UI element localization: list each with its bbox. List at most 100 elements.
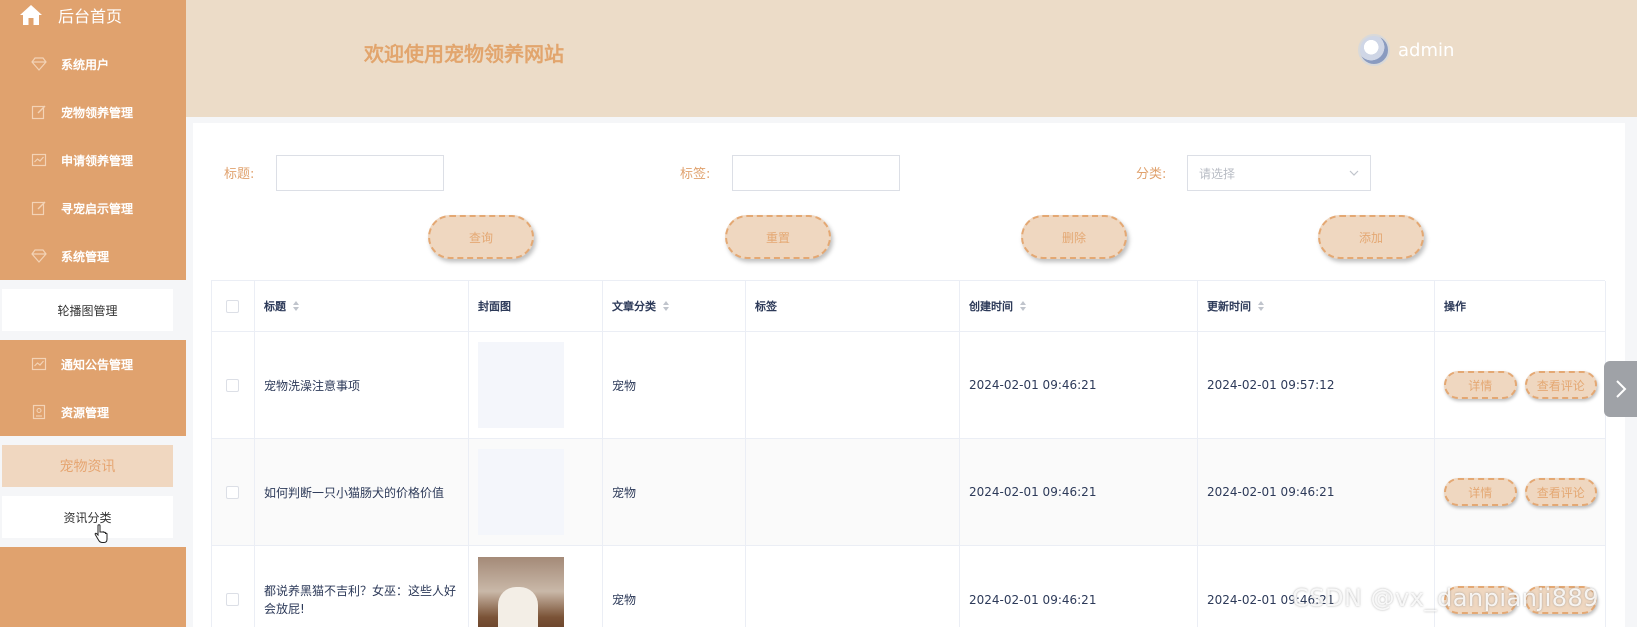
cell-cover xyxy=(469,332,603,438)
cover-image[interactable] xyxy=(478,342,564,428)
cell-actions: 详情 查看评论 xyxy=(1435,332,1606,438)
cell-cover xyxy=(469,439,603,545)
filter-category-select[interactable]: 请选择 xyxy=(1187,155,1371,191)
view-comments-button[interactable]: 查看评论 xyxy=(1524,478,1597,506)
submenu-system-management: 轮播图管理 xyxy=(0,280,186,340)
sort-icon xyxy=(663,301,669,311)
filter-title-label: 标题: xyxy=(224,167,255,182)
view-comments-button[interactable]: 查看评论 xyxy=(1524,371,1597,399)
app-root: 后台首页 系统用户 宠物领养管理 申请领养管理 寻宠启示管理 系统管理 轮播图管… xyxy=(0,0,1637,627)
sidebar-item-label: 系统用户 xyxy=(61,57,110,72)
th-title[interactable]: 标题 xyxy=(255,281,469,331)
cell-updated: 2024-02-01 09:57:12 xyxy=(1198,332,1435,438)
edit-icon xyxy=(31,104,47,120)
diamond-icon xyxy=(31,56,47,72)
query-button[interactable]: 查询 xyxy=(428,215,534,259)
table-row: 如何判断一只小猫肠犬的价格价值 宠物 2024-02-01 09:46:21 2… xyxy=(212,439,1606,546)
filter-tag-label: 标签: xyxy=(680,167,711,182)
sidebar-item-adoption-apply[interactable]: 申请领养管理 xyxy=(0,136,186,184)
row-select-cell xyxy=(212,439,255,545)
cell-tags xyxy=(746,332,960,438)
cell-title: 如何判断一只小猫肠犬的价格价值 xyxy=(255,439,469,545)
top-header: 欢迎使用宠物领养网站 admin xyxy=(186,0,1637,117)
edit-icon xyxy=(31,200,47,216)
select-placeholder: 请选择 xyxy=(1199,166,1236,181)
add-button[interactable]: 添加 xyxy=(1318,215,1424,259)
th-created-label: 创建时间 xyxy=(969,300,1013,313)
sidebar-item-label: 寻宠启示管理 xyxy=(61,201,134,216)
username: admin xyxy=(1398,39,1455,61)
cell-title: 宠物洗澡注意事项 xyxy=(255,332,469,438)
detail-button[interactable]: 详情 xyxy=(1444,478,1517,506)
submenu-resources: 宠物资讯 资讯分类 xyxy=(0,436,186,547)
cell-actions: 详情 查看评论 xyxy=(1435,439,1606,545)
filter-title-input[interactable] xyxy=(276,155,444,191)
th-updated[interactable]: 更新时间 xyxy=(1198,281,1435,331)
cell-created: 2024-02-01 09:46:21 xyxy=(960,439,1198,545)
th-updated-label: 更新时间 xyxy=(1207,300,1251,313)
sidebar-item-label: 资源管理 xyxy=(61,405,110,420)
sidebar-item-label: 通知公告管理 xyxy=(61,357,134,372)
th-created[interactable]: 创建时间 xyxy=(960,281,1198,331)
reset-button[interactable]: 重置 xyxy=(725,215,831,259)
sidebar-home[interactable]: 后台首页 xyxy=(18,0,122,30)
sidebar: 后台首页 系统用户 宠物领养管理 申请领养管理 寻宠启示管理 系统管理 轮播图管… xyxy=(0,0,186,627)
row-checkbox[interactable] xyxy=(226,485,239,499)
sidebar-item-lost-pet[interactable]: 寻宠启示管理 xyxy=(0,184,186,232)
submenu-item-carousel[interactable]: 轮播图管理 xyxy=(2,289,173,331)
filter-tag-input[interactable] xyxy=(732,155,900,191)
table-header-row: 标题 封面图 文章分类 标签 创建时间 更新时间 操作 xyxy=(212,281,1606,332)
cover-image-cat[interactable] xyxy=(478,556,564,627)
diamond-icon xyxy=(31,248,47,264)
home-icon xyxy=(18,2,44,28)
th-category[interactable]: 文章分类 xyxy=(603,281,746,331)
submenu-item-news-category[interactable]: 资讯分类 xyxy=(2,496,173,538)
th-cover-label: 封面图 xyxy=(478,300,511,313)
sidebar-item-system-users[interactable]: 系统用户 xyxy=(0,40,186,88)
chart-icon xyxy=(31,152,47,168)
filter-category-label: 分类: xyxy=(1136,167,1167,182)
scroll-right-button[interactable] xyxy=(1604,361,1637,417)
sidebar-item-announcement[interactable]: 通知公告管理 xyxy=(0,340,186,388)
sidebar-item-label: 系统管理 xyxy=(61,249,110,264)
badge-icon xyxy=(31,404,47,420)
th-cover: 封面图 xyxy=(469,281,603,331)
avatar xyxy=(1358,34,1390,66)
sort-icon xyxy=(293,301,299,311)
user-menu[interactable]: admin xyxy=(1358,34,1454,66)
site-title: 欢迎使用宠物领养网站 xyxy=(364,42,564,66)
detail-button[interactable]: 详情 xyxy=(1444,371,1517,399)
sidebar-item-pet-adoption[interactable]: 宠物领养管理 xyxy=(0,88,186,136)
sort-icon xyxy=(1258,301,1264,311)
delete-button[interactable]: 删除 xyxy=(1021,215,1127,259)
th-tags-label: 标签 xyxy=(755,300,777,313)
th-actions-label: 操作 xyxy=(1444,300,1466,313)
sidebar-item-system-management[interactable]: 系统管理 xyxy=(0,232,186,280)
cover-image[interactable] xyxy=(478,449,564,535)
hand-cursor-icon xyxy=(94,524,108,544)
select-all-checkbox[interactable] xyxy=(226,299,239,313)
cell-created: 2024-02-01 09:46:21 xyxy=(960,546,1198,627)
submenu-item-pet-news[interactable]: 宠物资讯 xyxy=(2,445,173,487)
th-tags: 标签 xyxy=(746,281,960,331)
cat-figure xyxy=(498,586,538,627)
cell-tags xyxy=(746,546,960,627)
chart-icon xyxy=(31,356,47,372)
table-row: 宠物洗澡注意事项 宠物 2024-02-01 09:46:21 2024-02-… xyxy=(212,332,1606,439)
cell-category: 宠物 xyxy=(603,332,746,438)
row-select-cell xyxy=(212,546,255,627)
cell-category: 宠物 xyxy=(603,546,746,627)
row-checkbox[interactable] xyxy=(226,593,239,606)
cell-category: 宠物 xyxy=(603,439,746,545)
sidebar-item-resources[interactable]: 资源管理 xyxy=(0,388,186,436)
row-checkbox[interactable] xyxy=(226,378,239,392)
cell-cover xyxy=(469,546,603,627)
sidebar-item-label: 申请领养管理 xyxy=(61,153,134,168)
sort-icon xyxy=(1020,301,1026,311)
watermark: CSDN @vx_danpianji889 xyxy=(1292,584,1600,612)
chevron-right-icon xyxy=(1615,380,1626,398)
cell-title: 都说养黑猫不吉利？女巫：这些人好会放屁! xyxy=(255,546,469,627)
th-category-label: 文章分类 xyxy=(612,300,656,313)
sidebar-home-label: 后台首页 xyxy=(58,7,123,26)
sidebar-item-label: 宠物领养管理 xyxy=(61,105,134,120)
